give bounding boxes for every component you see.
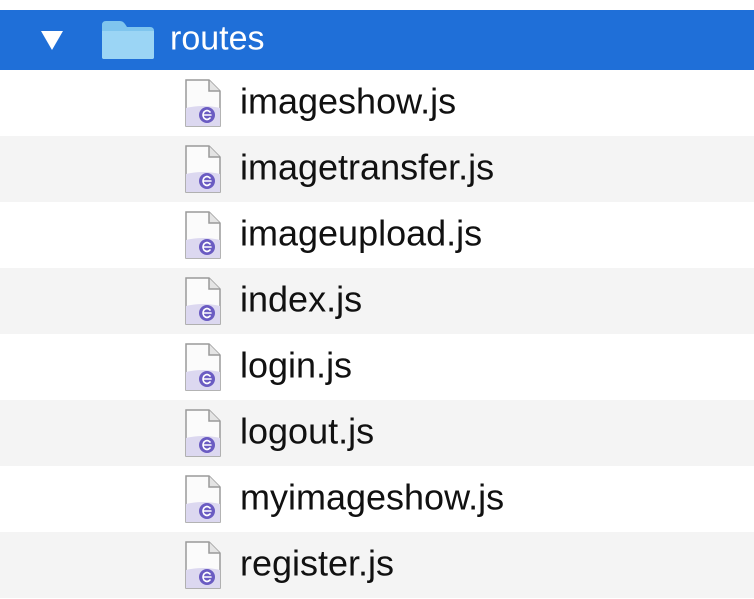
file-label: imagetransfer.js [240, 146, 495, 188]
folder-row-routes[interactable]: routes [0, 10, 754, 70]
file-row-imageupload-js[interactable]: imageupload.js [0, 202, 754, 268]
js-file-icon [185, 211, 221, 259]
file-label: myimageshow.js [240, 476, 505, 518]
file-tree: routes imageshow.js imagetransfer.js ima [0, 10, 754, 599]
disclosure-triangle-icon[interactable] [40, 29, 64, 51]
js-file-icon [185, 343, 221, 391]
file-row-imagetransfer-js[interactable]: imagetransfer.js [0, 136, 754, 202]
js-file-icon [185, 277, 221, 325]
file-label: imageupload.js [240, 212, 483, 254]
file-row-logout-js[interactable]: logout.js [0, 400, 754, 466]
file-label: register.js [240, 542, 395, 584]
file-row-register-js[interactable]: register.js [0, 532, 754, 598]
folder-label: routes [170, 19, 265, 58]
js-file-icon [185, 145, 221, 193]
file-row-index-js[interactable]: index.js [0, 268, 754, 334]
js-file-icon [185, 409, 221, 457]
js-file-icon [185, 475, 221, 523]
js-file-icon [185, 541, 221, 589]
folder-icon [102, 21, 154, 59]
file-row-login-js[interactable]: login.js [0, 334, 754, 400]
file-label: imageshow.js [240, 80, 457, 122]
file-label: login.js [240, 344, 353, 386]
js-file-icon [185, 79, 221, 127]
file-row-myimageshow-js[interactable]: myimageshow.js [0, 466, 754, 532]
file-label: index.js [240, 278, 363, 320]
file-label: logout.js [240, 410, 375, 452]
file-row-imageshow-js[interactable]: imageshow.js [0, 70, 754, 136]
